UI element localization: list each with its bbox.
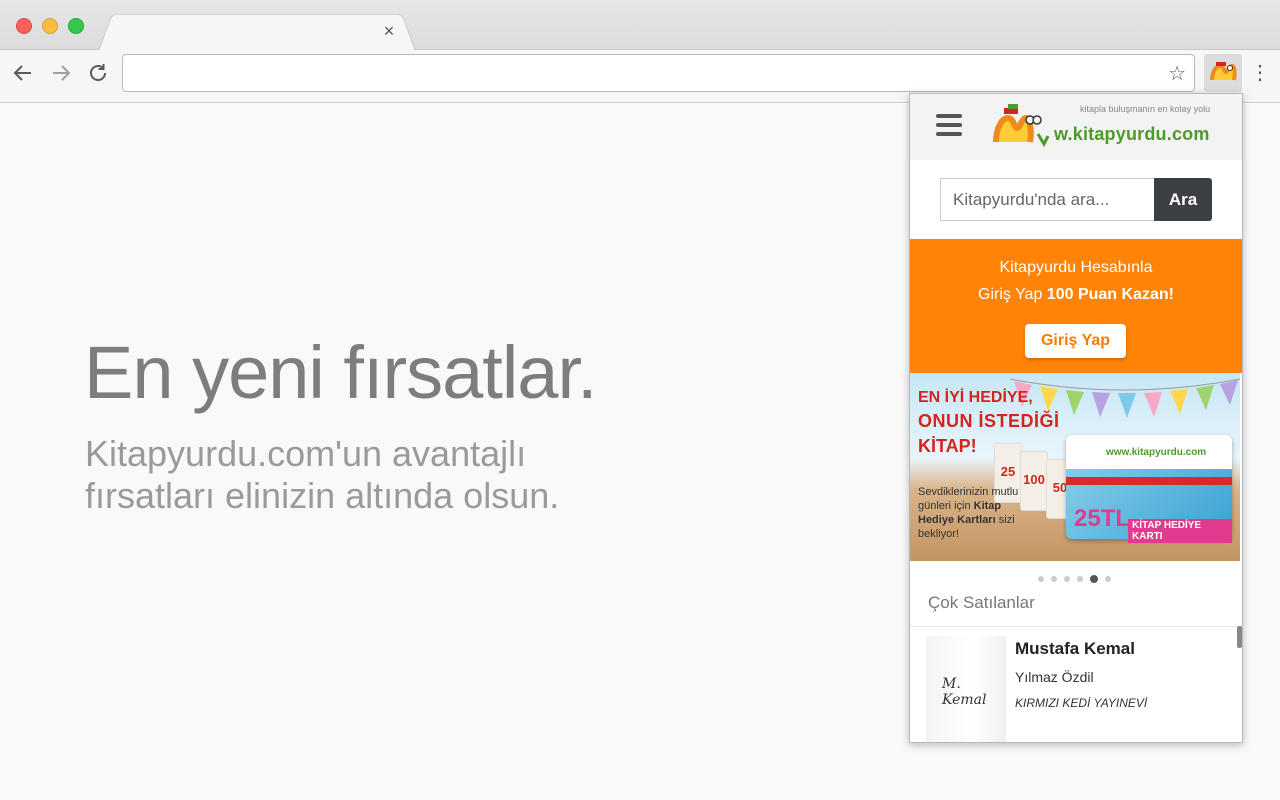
gift-card-top: www.kitapyurdu.com xyxy=(1066,435,1232,469)
book-author[interactable]: Yılmaz Özdil xyxy=(1015,669,1094,685)
promo-line2-prefix: Giriş Yap xyxy=(978,286,1047,303)
carousel-dot[interactable] xyxy=(1064,575,1070,582)
browser-tab[interactable] xyxy=(98,13,416,51)
hero-title: En yeni fırsatlar. xyxy=(84,331,598,414)
search-input[interactable] xyxy=(940,178,1154,221)
logo-text: w.kitapyurdu.com xyxy=(1054,124,1210,144)
reload-icon[interactable] xyxy=(85,60,111,86)
banner-headline-1: EN İYİ HEDİYE, xyxy=(918,389,1033,406)
carousel-dots xyxy=(1038,570,1118,583)
kitapyurdu-extension-button[interactable] xyxy=(1204,54,1242,92)
gift-card-banner[interactable]: EN İYİ HEDİYE, ONUN İSTEDİĞİ KİTAP! 25 1… xyxy=(910,373,1240,561)
gift-card-label: KİTAP HEDİYE KARTI xyxy=(1128,519,1232,543)
close-window-button[interactable] xyxy=(16,18,32,34)
hero-subtitle: Kitapyurdu.com'un avantajlı fırsatları e… xyxy=(85,433,560,516)
scrollbar-thumb[interactable] xyxy=(1237,626,1242,648)
logo-tagline: kitapla buluşmanın en kolay yolu xyxy=(1080,104,1211,114)
carousel-dot[interactable] xyxy=(1105,575,1111,582)
banner-headline-3: KİTAP! xyxy=(918,436,977,456)
cover-signature: M. Kemal xyxy=(942,676,987,708)
login-button[interactable]: Giriş Yap xyxy=(1025,324,1126,358)
banner-text-part1: Sevdiklerinizin mutlu günleri için xyxy=(918,486,1019,512)
tab-close-icon[interactable]: × xyxy=(380,20,398,42)
promo-line1: Kitapyurdu Hesabınla xyxy=(999,259,1153,276)
carousel-dot[interactable] xyxy=(1090,574,1098,583)
section-divider xyxy=(910,626,1242,627)
more-vert-icon[interactable]: ⋮ xyxy=(1250,58,1270,88)
carousel-dot[interactable] xyxy=(1051,575,1057,582)
kitapyurdu-mascot-icon xyxy=(1210,62,1237,81)
banner-headline-2: ONUN İSTEDİĞİ xyxy=(918,411,1060,431)
carousel-dot[interactable] xyxy=(1077,575,1083,582)
book-cover[interactable]: M. Kemal xyxy=(926,636,1006,742)
gift-card-amount: 25TL xyxy=(1074,505,1131,532)
bookmark-star-icon[interactable]: ☆ xyxy=(1168,61,1186,86)
gift-ribbon-decoration xyxy=(1066,477,1232,485)
minimize-window-button[interactable] xyxy=(42,18,58,34)
address-bar[interactable]: ☆ xyxy=(122,54,1195,92)
gift-card-image: www.kitapyurdu.com 25TL KİTAP HEDİYE KAR… xyxy=(1066,435,1232,543)
search-form: Ara xyxy=(940,178,1212,221)
kitapyurdu-logo[interactable]: kitapla buluşmanın en kolay yolu w.kitap… xyxy=(990,104,1226,152)
zoom-window-button[interactable] xyxy=(68,18,84,34)
browser-titlebar: × xyxy=(0,0,1280,51)
forward-arrow-icon[interactable] xyxy=(48,60,74,86)
gift-card-logo: www.kitapyurdu.com xyxy=(1106,447,1207,458)
book-publisher[interactable]: KIRMIZI KEDİ YAYINEVİ xyxy=(1015,696,1147,710)
extension-popup: kitapla buluşmanın en kolay yolu w.kitap… xyxy=(909,93,1243,743)
login-promo: Kitapyurdu Hesabınla Giriş Yap 100 Puan … xyxy=(910,239,1242,373)
hamburger-menu-icon[interactable] xyxy=(936,114,962,136)
carousel-dot[interactable] xyxy=(1038,575,1044,582)
back-arrow-icon[interactable] xyxy=(10,60,36,86)
popup-header: kitapla buluşmanın en kolay yolu w.kitap… xyxy=(910,94,1242,160)
promo-line2: Giriş Yap 100 Puan Kazan! xyxy=(910,286,1242,304)
search-button[interactable]: Ara xyxy=(1154,178,1212,221)
book-title[interactable]: Mustafa Kemal xyxy=(1015,639,1135,659)
kitapyurdu-mascot-icon xyxy=(993,104,1050,148)
banner-text: Sevdiklerinizin mutlu günleri için Kitap… xyxy=(918,485,1038,541)
section-title-bestsellers: Çok Satılanlar xyxy=(928,593,1035,612)
promo-line2-bold: 100 Puan Kazan! xyxy=(1046,286,1174,303)
